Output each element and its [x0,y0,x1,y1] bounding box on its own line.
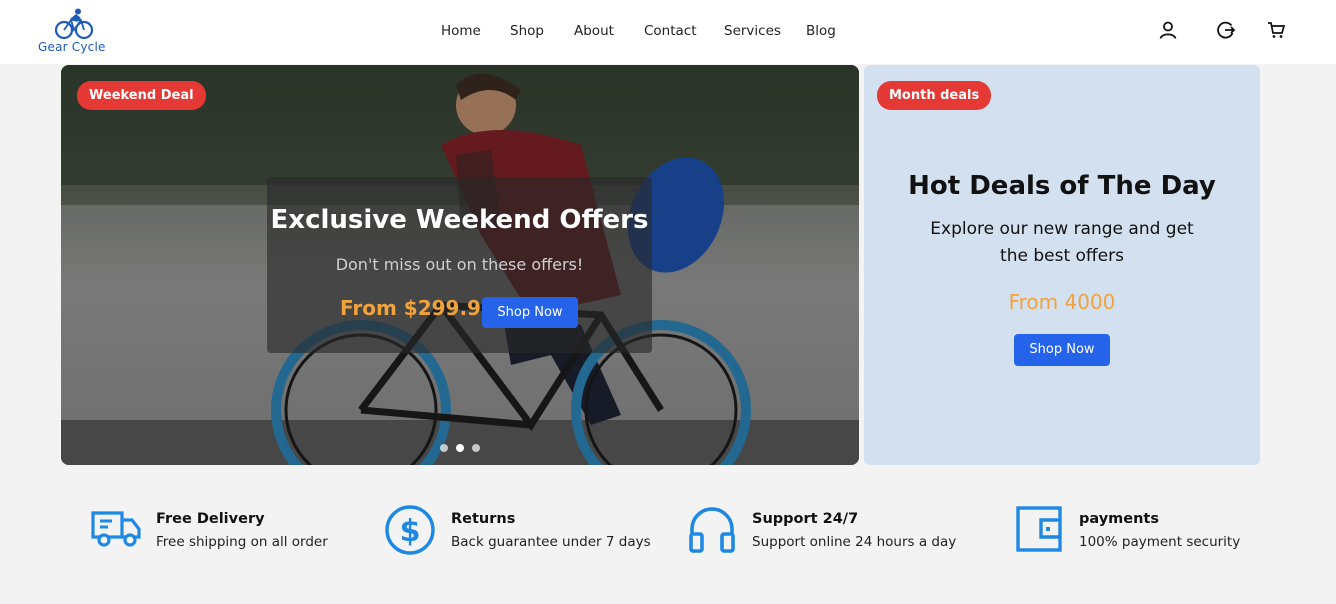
weekend-deal-badge: Weekend Deal [77,81,206,110]
main-nav: Home Shop About Contact Services Blog [0,23,1336,43]
carousel-dot-2[interactable] [456,444,464,452]
feature-desc: Back guarantee under 7 days [451,534,651,550]
wallet-icon [1016,506,1062,552]
feature-title: Returns [451,511,516,527]
month-deals-badge: Month deals [877,81,992,110]
hot-deals-panel: Month deals Hot Deals of The Day Explore… [864,65,1260,465]
hero-title: Exclusive Weekend Offers [270,205,649,235]
carousel-dot-1[interactable] [440,444,448,452]
nav-shop[interactable]: Shop [510,23,544,39]
deal-shop-now-button[interactable]: Shop Now [1014,334,1110,366]
hero-subtitle: Don't miss out on these offers! [335,255,584,274]
cart-icon[interactable] [1266,20,1286,40]
nav-blog[interactable]: Blog [806,23,836,39]
headphones-icon [689,507,735,553]
user-icon[interactable] [1158,20,1178,40]
hero-overlay: Exclusive Weekend Offers Don't miss out … [267,177,652,353]
nav-home[interactable]: Home [441,23,481,39]
feature-title: Free Delivery [156,511,265,527]
nav-contact[interactable]: Contact [644,23,697,39]
feature-title: Support 24/7 [752,511,859,527]
feature-desc: 100% payment security [1079,534,1241,550]
carousel-dot-3[interactable] [472,444,480,452]
deal-subtitle: Explore our new range and get the best o… [930,219,1194,266]
dollar-icon: $ [385,505,435,555]
feature-desc: Support online 24 hours a day [752,534,957,550]
svg-text:$: $ [400,514,421,549]
feature-desc: Free shipping on all order [156,534,328,550]
hero-shop-now-button[interactable]: Shop Now [482,297,578,328]
truck-icon [91,511,141,547]
nav-services[interactable]: Services [724,23,781,39]
deal-title: Hot Deals of The Day [908,171,1216,201]
site-header: Gear Cycle Home Shop About Contact Servi… [0,0,1336,64]
logout-icon[interactable] [1216,20,1236,40]
feature-title: payments [1079,511,1159,527]
deal-price: From 4000 [1008,290,1116,314]
hero-price: From $299.99 [340,296,495,320]
hero-carousel: Weekend Deal Exclusive Weekend Offers Do… [61,65,859,465]
nav-about[interactable]: About [574,23,614,39]
